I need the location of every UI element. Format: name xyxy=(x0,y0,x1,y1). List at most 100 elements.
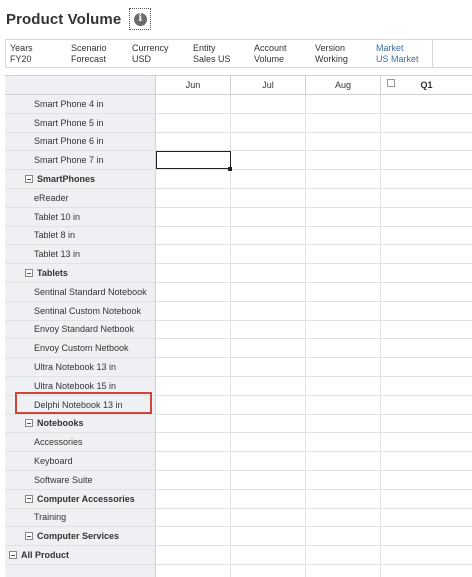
data-cell[interactable] xyxy=(231,527,306,546)
collapse-icon[interactable] xyxy=(25,269,33,278)
data-cell[interactable] xyxy=(231,395,306,414)
data-cell[interactable] xyxy=(156,95,231,113)
row-header[interactable]: SmartPhones xyxy=(5,170,156,188)
data-cell[interactable] xyxy=(156,320,231,339)
data-cell[interactable] xyxy=(156,546,231,564)
data-cell[interactable] xyxy=(306,395,381,414)
data-cell[interactable] xyxy=(231,546,306,564)
data-cell[interactable] xyxy=(306,414,381,433)
data-cell[interactable] xyxy=(156,508,231,527)
data-cell[interactable] xyxy=(156,188,231,207)
data-cell[interactable] xyxy=(381,546,472,564)
data-cell[interactable] xyxy=(156,433,231,452)
row-header[interactable]: All Product xyxy=(5,546,156,564)
data-cell[interactable] xyxy=(156,264,231,282)
data-cell[interactable] xyxy=(231,207,306,226)
data-cell[interactable] xyxy=(306,564,381,577)
row-header[interactable]: Computer Accessories xyxy=(5,489,156,508)
data-cell[interactable] xyxy=(231,414,306,433)
data-cell[interactable] xyxy=(156,170,231,188)
pov-entity[interactable]: Entity Sales US xyxy=(189,40,250,67)
data-cell[interactable] xyxy=(306,470,381,489)
data-cell[interactable] xyxy=(156,151,232,171)
data-cell[interactable] xyxy=(231,226,306,245)
data-cell[interactable] xyxy=(381,282,472,301)
data-cell[interactable] xyxy=(156,226,231,245)
collapse-icon[interactable] xyxy=(387,79,395,87)
row-header[interactable]: Tablet 8 in xyxy=(5,226,156,245)
data-cell[interactable] xyxy=(306,452,381,470)
data-cell[interactable] xyxy=(156,132,231,151)
data-cell[interactable] xyxy=(306,264,381,282)
data-cell[interactable] xyxy=(231,264,306,282)
data-cell[interactable] xyxy=(156,452,231,470)
row-header[interactable]: Smart Phone 5 in xyxy=(5,113,156,132)
data-cell[interactable] xyxy=(381,452,472,470)
collapse-icon[interactable] xyxy=(25,419,33,428)
data-cell[interactable] xyxy=(306,527,381,546)
data-cell[interactable] xyxy=(231,358,306,376)
data-cell[interactable] xyxy=(381,95,472,113)
data-cell[interactable] xyxy=(156,470,231,489)
row-header[interactable]: Sentinal Standard Notebook xyxy=(5,282,156,301)
data-cell[interactable] xyxy=(381,395,472,414)
data-cell[interactable] xyxy=(231,339,306,358)
data-cell[interactable] xyxy=(231,564,306,577)
data-cell[interactable] xyxy=(156,395,231,414)
data-cell[interactable] xyxy=(306,301,381,320)
data-cell[interactable] xyxy=(306,226,381,245)
data-cell[interactable] xyxy=(306,132,381,151)
data-cell[interactable] xyxy=(381,170,472,188)
row-header[interactable]: Ultra Notebook 13 in xyxy=(5,358,156,376)
row-header[interactable]: Accessories xyxy=(5,433,156,452)
data-cell[interactable] xyxy=(381,151,472,170)
data-cell[interactable] xyxy=(306,376,381,395)
data-cell[interactable] xyxy=(156,301,231,320)
data-cell[interactable] xyxy=(231,489,306,508)
row-header[interactable]: Envoy Custom Netbook xyxy=(5,339,156,358)
collapse-icon[interactable] xyxy=(25,494,33,503)
data-cell[interactable] xyxy=(231,95,306,113)
data-cell[interactable] xyxy=(231,508,306,527)
data-cell[interactable] xyxy=(156,414,231,433)
pov-market[interactable]: Market US Market xyxy=(372,40,433,67)
data-cell[interactable] xyxy=(381,188,472,207)
row-header[interactable]: Software Suite xyxy=(5,470,156,489)
row-header[interactable]: Smart Phone 6 in xyxy=(5,132,156,151)
data-cell[interactable] xyxy=(306,339,381,358)
row-header[interactable]: Tablet 10 in xyxy=(5,207,156,226)
row-header[interactable]: Tablet 13 in xyxy=(5,245,156,264)
data-cell[interactable] xyxy=(156,207,231,226)
row-header[interactable]: Envoy Standard Netbook xyxy=(5,320,156,339)
data-cell[interactable] xyxy=(306,188,381,207)
row-header[interactable]: Smart Phone 7 in xyxy=(5,151,156,170)
pov-currency[interactable]: Currency USD xyxy=(128,40,189,67)
collapse-icon[interactable] xyxy=(9,551,17,560)
data-cell[interactable] xyxy=(381,470,472,489)
column-header-aug[interactable]: Aug xyxy=(306,76,381,94)
column-header-jul[interactable]: Jul xyxy=(231,76,306,94)
data-cell[interactable] xyxy=(231,151,306,170)
pov-version[interactable]: Version Working xyxy=(311,40,372,67)
data-cell[interactable] xyxy=(231,113,306,132)
data-cell[interactable] xyxy=(231,433,306,452)
data-cell[interactable] xyxy=(306,245,381,264)
data-cell[interactable] xyxy=(231,245,306,264)
data-cell[interactable] xyxy=(231,301,306,320)
row-header[interactable]: Computer Services xyxy=(5,527,156,546)
data-cell[interactable] xyxy=(156,489,231,508)
data-cell[interactable] xyxy=(156,527,231,546)
data-cell[interactable] xyxy=(381,564,472,577)
pov-account[interactable]: Account Volume xyxy=(250,40,311,67)
data-cell[interactable] xyxy=(381,414,472,433)
info-button[interactable]: i xyxy=(129,8,152,30)
data-cell[interactable] xyxy=(306,320,381,339)
data-cell[interactable] xyxy=(381,113,472,132)
data-cell[interactable] xyxy=(156,245,231,264)
row-header[interactable]: Smart Phone 4 in xyxy=(5,95,156,113)
data-cell[interactable] xyxy=(306,358,381,376)
pov-years[interactable]: Years FY20 xyxy=(6,40,67,67)
data-cell[interactable] xyxy=(306,508,381,527)
data-cell[interactable] xyxy=(231,470,306,489)
data-cell[interactable] xyxy=(231,132,306,151)
